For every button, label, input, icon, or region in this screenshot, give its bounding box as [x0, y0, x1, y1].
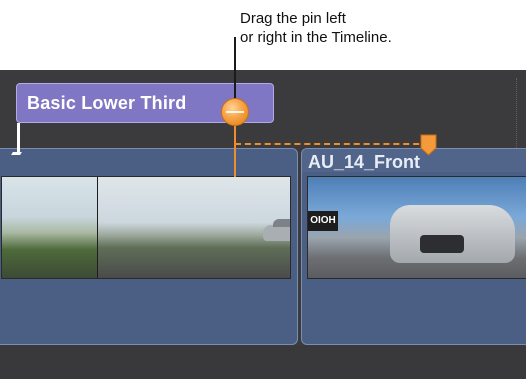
video-clip-au14-front[interactable]: AU_14_Front OIOH — [301, 148, 526, 345]
timeline-empty-area — [0, 345, 526, 379]
clip-filmstrip: OIOH — [307, 176, 526, 279]
car-thumbnail — [390, 205, 515, 263]
filmstrip-frame — [98, 177, 290, 278]
callout-line-1: Drag the pin left — [240, 10, 346, 27]
callout-text: Drag the pin left or right in the Timeli… — [240, 9, 392, 47]
pin-handle-icon[interactable] — [221, 98, 249, 126]
car-thumbnail — [263, 219, 290, 241]
flag-icon[interactable] — [420, 134, 437, 156]
callout-line-2: or right in the Timeline. — [240, 29, 392, 46]
pin-drag-guide-line — [235, 143, 429, 145]
filmstrip-frame: OIOH — [308, 177, 526, 278]
clip-filmstrip — [1, 176, 291, 279]
video-clip-primary[interactable] — [0, 148, 298, 345]
connected-clip-stem — [17, 123, 20, 155]
title-clip-label: Basic Lower Third — [27, 93, 187, 113]
pin-connection-line — [234, 120, 236, 177]
clip-name: AU_14_Front — [308, 152, 421, 172]
timeline[interactable]: AU_14_Front OIOH Basic Lower Third — [0, 70, 526, 379]
filmstrip-frame — [2, 177, 97, 278]
connected-clip-stem-foot — [11, 152, 22, 155]
filmstrip-sign: OIOH — [308, 211, 338, 231]
